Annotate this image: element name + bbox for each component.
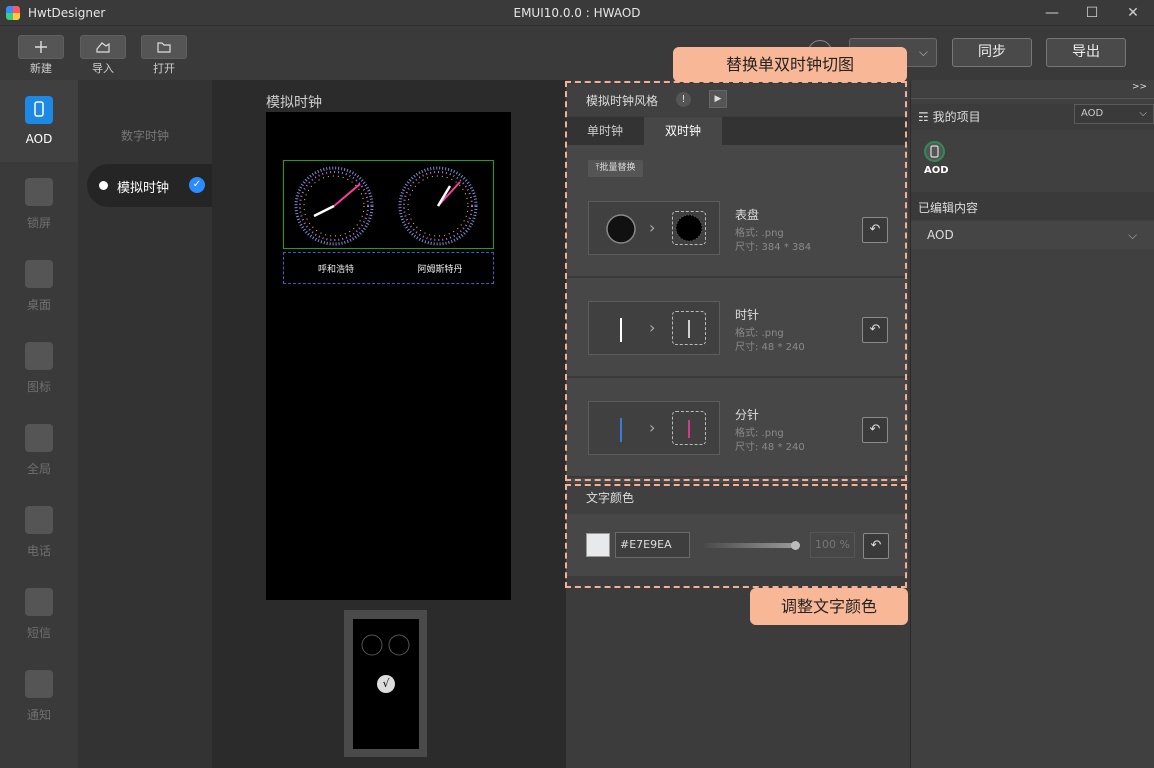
nav-label: 通知 <box>26 708 51 722</box>
minimize-button[interactable]: — <box>1040 4 1064 22</box>
gear-icon <box>25 424 53 452</box>
import-icon <box>96 42 110 53</box>
nav-item-aod[interactable]: AOD <box>0 80 78 162</box>
import-label: 导入 <box>92 62 114 75</box>
city-right: 阿姆斯特丹 <box>417 265 463 275</box>
folder-icon <box>157 42 171 53</box>
right-panel <box>911 80 1154 768</box>
nav-item-lockscreen[interactable]: 锁屏 <box>0 162 78 244</box>
lock-screen-icon <box>25 178 53 206</box>
nav-label: AOD <box>25 132 53 146</box>
project-title: ☶ 我的项目 <box>918 110 981 124</box>
nav-label: 全局 <box>26 462 51 476</box>
export-button[interactable]: 导出 <box>1046 38 1126 67</box>
edited-title: 已编辑内容 <box>918 201 979 215</box>
chevron-down-icon: ⌵ <box>918 45 928 59</box>
plus-icon <box>35 41 47 53</box>
nav-item-sms[interactable]: 短信 <box>0 572 78 654</box>
callout-replace-clock: 替换单双时钟切图 <box>673 47 907 82</box>
maximize-button[interactable]: ☐ <box>1080 4 1104 22</box>
open-button[interactable] <box>141 35 187 59</box>
sub-nav-label: 模拟时钟 <box>117 181 170 196</box>
check-icon: ✓ <box>189 177 205 193</box>
nav-label: 桌面 <box>26 298 51 312</box>
desktop-icon <box>25 260 53 288</box>
project-aod-label: AOD <box>924 165 949 176</box>
message-icon <box>25 588 53 616</box>
phone-call-icon <box>25 506 53 534</box>
sync-button[interactable]: 同步 <box>952 38 1032 67</box>
project-select[interactable]: AOD ⌵ <box>1074 104 1154 124</box>
divider <box>911 98 1154 99</box>
canvas-title: 模拟时钟 <box>266 95 322 111</box>
new-button[interactable] <box>18 35 64 59</box>
sub-nav-digital-clock[interactable]: 数字时钟 <box>78 127 212 144</box>
grid-icon <box>25 342 53 370</box>
sub-nav-analog-clock[interactable]: 模拟时钟 ✓ <box>87 164 212 207</box>
callout-text-color: 调整文字颜色 <box>750 588 908 625</box>
nav-label: 锁屏 <box>26 216 51 230</box>
chevron-down-icon[interactable]: ⌵ <box>1128 228 1137 243</box>
close-button[interactable]: ✕ <box>1121 4 1145 22</box>
edited-item-label: AOD <box>927 228 954 242</box>
nav-label: 短信 <box>26 626 51 640</box>
open-label: 打开 <box>153 62 175 75</box>
highlight-text-color <box>565 484 907 588</box>
nav-item-global[interactable]: 全局 <box>0 408 78 490</box>
nav-item-phone[interactable]: 电话 <box>0 490 78 572</box>
thumbnail-check-icon: √ <box>377 675 395 693</box>
phone-icon <box>25 96 53 124</box>
import-button[interactable] <box>80 35 126 59</box>
chevron-down-icon: ⌵ <box>1139 108 1147 119</box>
city-left: 呼和浩特 <box>317 265 354 275</box>
notification-icon <box>25 670 53 698</box>
clock-selection-frame[interactable] <box>283 160 494 249</box>
nav-label: 电话 <box>26 544 51 558</box>
bullet-icon <box>99 181 108 190</box>
collapse-button[interactable]: >> <box>1132 82 1147 92</box>
nav-item-desktop[interactable]: 桌面 <box>0 244 78 326</box>
project-aod-icon[interactable] <box>924 141 945 162</box>
nav-item-notification[interactable]: 通知 <box>0 654 78 736</box>
project-select-value: AOD <box>1081 108 1104 119</box>
nav-item-icons[interactable]: 图标 <box>0 326 78 408</box>
new-label: 新建 <box>30 62 52 75</box>
nav-label: 图标 <box>26 380 51 394</box>
window-title: EMUI10.0.0 : HWAOD <box>513 6 641 20</box>
highlight-clock-assets <box>565 81 907 481</box>
